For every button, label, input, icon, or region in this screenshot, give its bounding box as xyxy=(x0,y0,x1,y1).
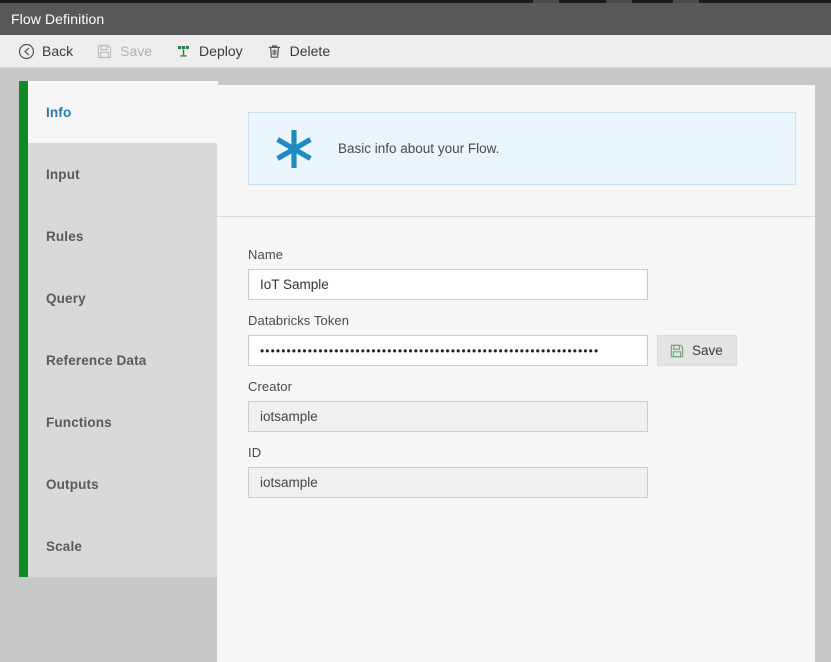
sidebar-accent-bar xyxy=(19,391,28,453)
window-title: Flow Definition xyxy=(11,11,105,27)
databricks-token-field-group: Databricks Token Save xyxy=(248,313,788,366)
sidebar-item-reference-data[interactable]: Reference Data xyxy=(19,329,218,391)
sidebar-item-outputs[interactable]: Outputs xyxy=(19,453,218,515)
sidebar-item-functions[interactable]: Functions xyxy=(19,391,218,453)
creator-field-group: Creator xyxy=(248,379,788,432)
name-field-group: Name xyxy=(248,247,788,300)
sidebar-item-input[interactable]: Input xyxy=(19,143,218,205)
sidebar-item-info[interactable]: Info xyxy=(19,81,218,143)
back-button[interactable]: Back xyxy=(8,37,83,66)
sidebar-item-query[interactable]: Query xyxy=(19,267,218,329)
trash-icon xyxy=(266,43,283,60)
toolbar: Back Save Deploy Delete xyxy=(0,35,831,68)
token-save-label: Save xyxy=(692,343,723,358)
creator-label: Creator xyxy=(248,379,293,394)
info-panel: Basic info about your Flow. Name Databri… xyxy=(217,85,815,662)
id-label: ID xyxy=(248,445,262,460)
info-banner: Basic info about your Flow. xyxy=(248,112,796,185)
id-field-group: ID xyxy=(248,445,788,498)
creator-input xyxy=(248,401,648,432)
asterisk-icon xyxy=(271,126,317,172)
sidebar-item-label: Functions xyxy=(46,414,112,430)
sidebar-accent-bar xyxy=(19,329,28,391)
deploy-button-label: Deploy xyxy=(199,43,243,59)
save-button[interactable]: Save xyxy=(86,37,162,66)
sidebar-item-label: Query xyxy=(46,290,86,306)
sidebar-item-label: Rules xyxy=(46,228,84,244)
delete-button-label: Delete xyxy=(289,43,331,59)
title-bar: Flow Definition xyxy=(0,3,831,35)
databricks-token-label: Databricks Token xyxy=(248,313,350,328)
deploy-button[interactable]: Deploy xyxy=(165,37,253,66)
back-arrow-icon xyxy=(18,43,35,60)
id-input xyxy=(248,467,648,498)
sidebar-accent-bar xyxy=(19,515,28,577)
deploy-icon xyxy=(175,43,192,60)
sidebar-accent-bar xyxy=(19,267,28,329)
info-form: Name Databricks Token xyxy=(248,247,788,511)
workspace: Info Input Rules Query Reference Data Fu… xyxy=(0,68,831,662)
sidebar-item-label: Reference Data xyxy=(46,352,147,368)
sidebar-accent-bar xyxy=(19,205,28,267)
sidebar-accent-bar xyxy=(19,453,28,515)
save-button-label: Save xyxy=(120,43,153,59)
save-disk-icon xyxy=(96,43,113,60)
name-input[interactable] xyxy=(248,269,648,300)
sidebar-item-label: Outputs xyxy=(46,476,99,492)
panel-divider xyxy=(217,216,815,217)
name-label: Name xyxy=(248,247,284,262)
sidebar: Info Input Rules Query Reference Data Fu… xyxy=(0,68,218,662)
info-banner-text: Basic info about your Flow. xyxy=(338,141,500,156)
delete-button[interactable]: Delete xyxy=(256,37,340,66)
sidebar-item-label: Info xyxy=(46,104,72,120)
sidebar-item-label: Input xyxy=(46,166,80,182)
sidebar-accent-bar xyxy=(19,81,28,143)
sidebar-item-rules[interactable]: Rules xyxy=(19,205,218,267)
back-button-label: Back xyxy=(42,43,74,59)
sidebar-accent-bar xyxy=(19,143,28,205)
sidebar-item-label: Scale xyxy=(46,538,83,554)
save-disk-icon xyxy=(669,343,685,359)
token-save-button[interactable]: Save xyxy=(657,335,737,366)
databricks-token-input[interactable] xyxy=(248,335,648,366)
sidebar-item-scale[interactable]: Scale xyxy=(19,515,218,577)
